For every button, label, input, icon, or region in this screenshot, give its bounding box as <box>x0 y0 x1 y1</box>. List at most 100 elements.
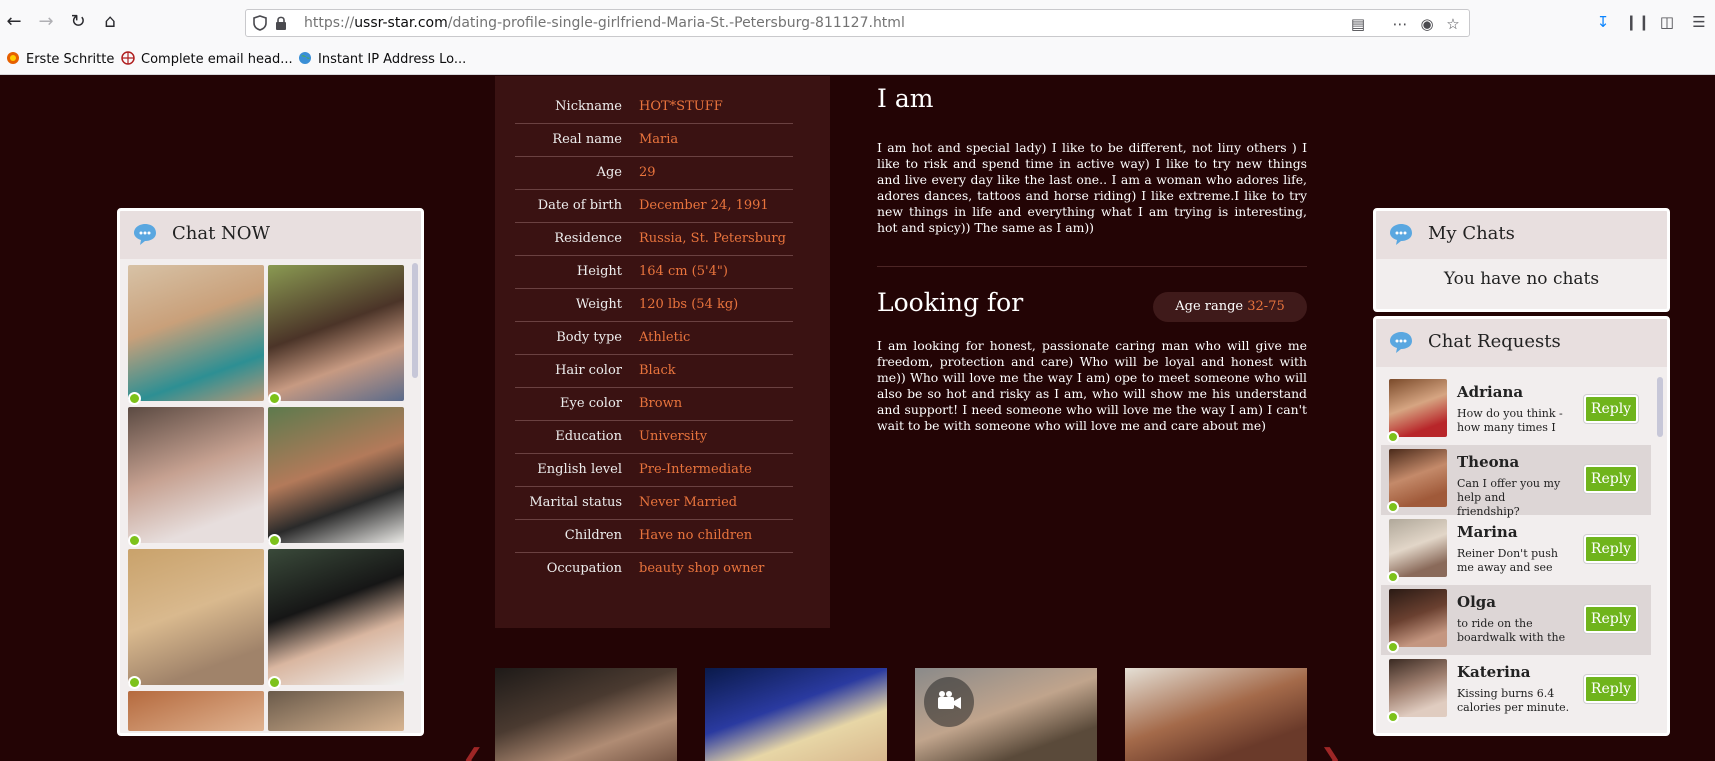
request-name: Marina <box>1457 523 1518 541</box>
age-range-badge: Age range 32-75 <box>1153 292 1307 322</box>
lock-icon[interactable] <box>274 15 288 31</box>
chat-request-item[interactable]: Marina Reiner Don't push me away and see… <box>1381 515 1651 585</box>
row-value: Have no children <box>639 528 753 543</box>
row-label: Weight <box>575 297 622 312</box>
member-thumbnail[interactable] <box>268 691 404 731</box>
request-name: Katerina <box>1457 663 1531 681</box>
online-indicator <box>1387 641 1399 653</box>
avatar[interactable] <box>1387 519 1447 583</box>
bookmark-erste-schritte[interactable]: Erste Schritte <box>6 51 114 69</box>
gallery-photo[interactable] <box>495 668 677 761</box>
profile-row-hair-color: Hair color Black <box>515 355 793 388</box>
more-actions-icon[interactable]: ⋯ <box>1391 15 1409 33</box>
page-content: Chat NOW Nickname HOT*STUFF Real name Mari… <box>0 76 1715 761</box>
chat-now-scrollbar[interactable] <box>412 263 418 378</box>
online-indicator <box>1387 571 1399 583</box>
row-value: University <box>639 429 708 444</box>
bookmark-star-icon[interactable]: ☆ <box>1444 15 1462 33</box>
reply-button[interactable]: Reply <box>1584 465 1638 493</box>
row-value: Black <box>639 363 676 378</box>
profile-row-height: Height 164 cm (5'4") <box>515 256 793 289</box>
row-label: Body type <box>556 330 622 345</box>
reply-button[interactable]: Reply <box>1584 675 1638 703</box>
member-thumbnail[interactable] <box>128 691 264 731</box>
pocket-icon[interactable]: ◉ <box>1418 15 1436 33</box>
online-indicator <box>268 676 281 689</box>
menu-icon[interactable]: ☰ <box>1689 12 1709 32</box>
row-label: Marital status <box>529 495 622 510</box>
bookmark-email-headers[interactable]: Complete email head... <box>121 51 293 69</box>
row-value: 29 <box>639 165 656 180</box>
member-thumbnail[interactable] <box>128 407 264 547</box>
profile-row-date-of-birth: Date of birth December 24, 1991 <box>515 190 793 223</box>
online-indicator <box>268 392 281 405</box>
gallery-photo[interactable] <box>705 668 887 761</box>
request-message: Kissing burns 6.4 calories per minute. <box>1457 687 1570 714</box>
member-thumbnail[interactable] <box>268 549 404 689</box>
reply-button[interactable]: Reply <box>1584 395 1638 423</box>
chat-requests-scrollbar[interactable] <box>1657 377 1663 437</box>
url-bar[interactable]: https://ussr-star.com/dating-profile-sin… <box>245 9 1470 37</box>
download-icon[interactable]: ↧ <box>1593 12 1613 32</box>
i-am-text: I am hot and special lady) I like to be … <box>877 140 1307 236</box>
profile-row-body-type: Body type Athletic <box>515 322 793 355</box>
tracking-shield-icon[interactable] <box>253 15 267 31</box>
reader-view-icon[interactable]: ▤ <box>1349 15 1367 33</box>
avatar[interactable] <box>1387 379 1447 443</box>
row-label: Date of birth <box>537 198 622 213</box>
row-label: Eye color <box>560 396 622 411</box>
bookmarks-bar: Erste Schritte Complete email head... In… <box>0 45 1715 75</box>
row-value: Maria <box>639 132 679 147</box>
gallery-photo[interactable] <box>1125 668 1307 761</box>
library-icon[interactable]: ❙❙ <box>1625 12 1650 32</box>
request-message: to ride on the boardwalk with the <box>1457 617 1566 644</box>
chat-request-item[interactable]: Katerina Kissing burns 6.4 calories per … <box>1381 655 1651 725</box>
sidebar-icon[interactable]: ◫ <box>1657 12 1677 32</box>
forward-icon[interactable]: → <box>34 10 58 34</box>
online-indicator <box>128 676 141 689</box>
profile-row-weight: Weight 120 lbs (54 kg) <box>515 289 793 322</box>
chat-request-item[interactable]: Olga to ride on the boardwalk with the R… <box>1381 585 1651 655</box>
reload-icon[interactable]: ↻ <box>66 10 90 34</box>
avatar[interactable] <box>1387 659 1447 723</box>
online-indicator <box>1387 711 1399 723</box>
avatar[interactable] <box>1387 589 1447 653</box>
reply-button[interactable]: Reply <box>1584 535 1638 563</box>
chat-bubble-icon <box>1390 332 1412 353</box>
browser-toolbar: ← → ↻ ⌂ https://ussr-star.com/dating-pro… <box>0 0 1715 45</box>
chat-now-widget: Chat NOW <box>117 208 424 736</box>
avatar[interactable] <box>1387 449 1447 513</box>
url-text[interactable]: https://ussr-star.com/dating-profile-sin… <box>304 15 905 31</box>
chat-request-item[interactable]: Theona Can I offer you my help and frien… <box>1381 445 1651 518</box>
row-label: Education <box>555 429 622 444</box>
reply-button[interactable]: Reply <box>1584 605 1638 633</box>
video-camera-icon[interactable] <box>924 677 974 727</box>
profile-row-marital-status: Marital status Never Married <box>515 487 793 520</box>
row-value: December 24, 1991 <box>639 198 769 213</box>
profile-row-residence: Residence Russia, St. Petersburg <box>515 223 793 256</box>
row-value: Athletic <box>639 330 691 345</box>
request-name: Theona <box>1457 453 1520 471</box>
row-value: beauty shop owner <box>639 561 765 576</box>
profile-row-age: Age 29 <box>515 157 793 190</box>
chat-request-item[interactable]: Adriana How do you think - how many time… <box>1381 375 1651 445</box>
gallery-prev-icon[interactable]: ❮ <box>462 744 484 761</box>
home-icon[interactable]: ⌂ <box>98 10 122 34</box>
profile-details-table: Nickname HOT*STUFF Real name Maria Age 29 D… <box>495 76 830 628</box>
member-thumbnail[interactable] <box>128 265 264 405</box>
row-label: Hair color <box>555 363 622 378</box>
member-thumbnail[interactable] <box>268 265 404 405</box>
looking-for-text: I am looking for honest, passionate cari… <box>877 338 1307 434</box>
online-indicator <box>268 534 281 547</box>
member-thumbnail[interactable] <box>268 407 404 547</box>
profile-row-children: Children Have no children <box>515 520 793 553</box>
profile-row-eye-color: Eye color Brown <box>515 388 793 421</box>
firefox-icon <box>7 52 19 64</box>
gallery-next-icon[interactable]: ❯ <box>1320 744 1342 761</box>
bookmark-ip-address[interactable]: Instant IP Address Lo... <box>298 51 466 69</box>
back-icon[interactable]: ← <box>2 10 26 34</box>
member-thumbnail[interactable] <box>128 549 264 689</box>
profile-row-nickname: Nickname HOT*STUFF <box>515 91 793 124</box>
row-value: 164 cm (5'4") <box>639 264 728 279</box>
row-value: HOT*STUFF <box>639 99 723 114</box>
